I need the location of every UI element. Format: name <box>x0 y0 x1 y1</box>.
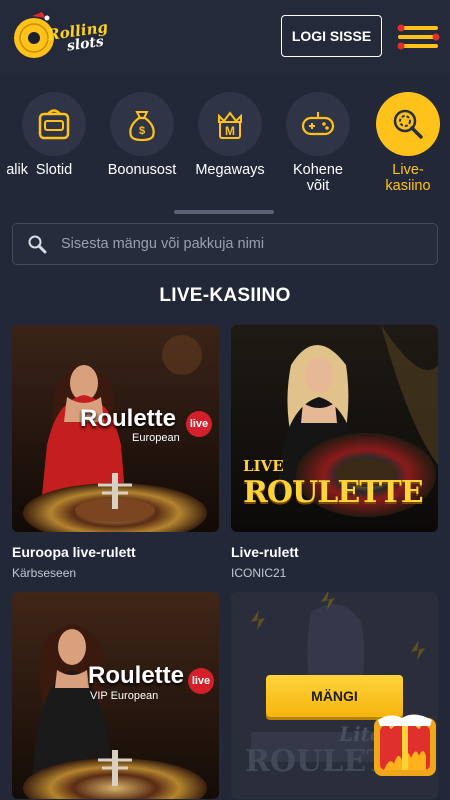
art-subtitle: LIVE <box>243 457 284 475</box>
megaways-crown-icon: M <box>198 92 262 156</box>
art-title: Roulette <box>88 662 184 689</box>
search-box[interactable] <box>12 223 438 265</box>
hamburger-icon <box>397 24 440 50</box>
game-card[interactable]: LIVE ROULETTE Live-rulett ICONIC21 <box>231 325 438 580</box>
gift-bonus-button[interactable] <box>372 712 438 778</box>
category-label: Kohene võit <box>293 162 343 194</box>
slot-machine-icon <box>22 92 86 156</box>
category-label: Live- kasiino <box>385 162 431 194</box>
game-provider: ICONIC21 <box>231 566 287 580</box>
category-bonus-buy[interactable]: $ Boonusost <box>102 92 182 178</box>
live-badge: live <box>186 411 212 437</box>
game-name[interactable]: Euroopa live-rulett <box>12 544 219 560</box>
money-bag-icon: $ <box>110 92 174 156</box>
category-label: Slotid <box>35 162 73 178</box>
svg-text:M: M <box>225 124 235 138</box>
rolling-slots-logo[interactable]: Rolling slots <box>12 10 117 62</box>
category-carousel[interactable]: alik Slotid $ Boonusost M Megaways Kohen… <box>0 92 450 202</box>
category-instant-win[interactable]: Kohene võit <box>278 92 358 194</box>
art-subtitle: European <box>132 432 180 444</box>
header: Rolling slots LOGI SISSE <box>0 0 450 74</box>
art-title: Roulette <box>80 405 176 432</box>
search-icon <box>28 235 47 254</box>
game-thumbnail[interactable]: Roulette live European <box>12 325 219 532</box>
section-title: LIVE-KASIINO <box>159 285 291 306</box>
category-slots[interactable]: Slotid <box>14 92 94 178</box>
game-provider: Kärbseseen <box>12 566 77 580</box>
art-title: ROULETTE <box>243 475 424 510</box>
game-thumbnail[interactable]: Roulette live VIP European <box>12 592 219 799</box>
category-label: Boonusost <box>107 162 177 178</box>
category-label: Megaways <box>195 162 265 178</box>
magnifier-chip-icon <box>376 92 440 156</box>
game-name[interactable]: Live-rulett <box>231 544 438 560</box>
play-button[interactable]: MÄNGI <box>266 675 403 717</box>
game-card[interactable]: Roulette live VIP European <box>12 592 219 799</box>
menu-button[interactable] <box>396 22 442 50</box>
gift-box-icon <box>374 714 436 776</box>
category-megaways[interactable]: M Megaways <box>190 92 270 178</box>
login-button[interactable]: LOGI SISSE <box>281 15 382 57</box>
search-input[interactable] <box>61 236 437 252</box>
carousel-scrollbar[interactable] <box>174 210 274 214</box>
live-badge: live <box>188 668 214 694</box>
art-subtitle: VIP European <box>90 690 159 702</box>
gamepad-icon <box>286 92 350 156</box>
svg-text:$: $ <box>139 125 145 137</box>
game-thumbnail[interactable]: LIVE ROULETTE <box>231 325 438 532</box>
category-live-casino[interactable]: Live- kasiino <box>368 92 448 194</box>
game-card[interactable]: Roulette live European Euroopa live-rule… <box>12 325 219 580</box>
